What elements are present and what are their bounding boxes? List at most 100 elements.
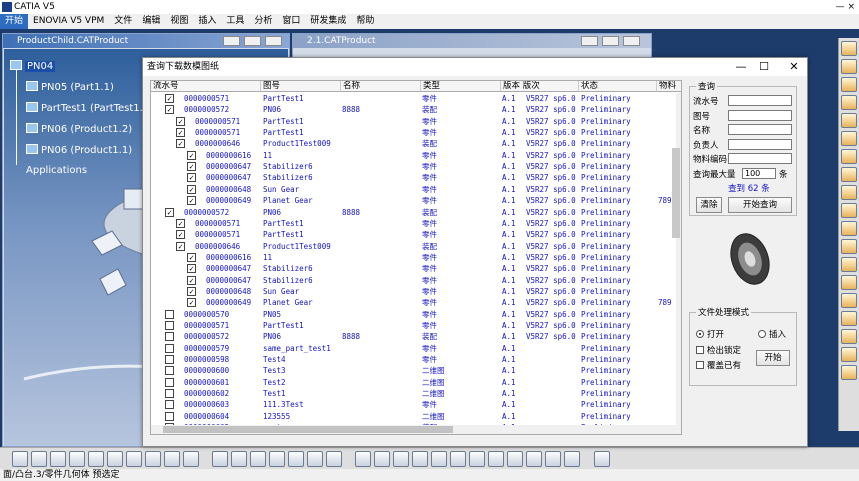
tool-icon[interactable] bbox=[841, 293, 857, 308]
menu-rd-integration[interactable]: 研发集成 bbox=[305, 14, 351, 29]
row-checkbox[interactable] bbox=[165, 411, 174, 421]
row-checkbox[interactable]: ✓ bbox=[176, 241, 185, 251]
menu-edit[interactable]: 编辑 bbox=[137, 14, 165, 29]
menu-window[interactable]: 窗口 bbox=[277, 14, 305, 29]
column-header-material[interactable]: 物料 bbox=[657, 81, 681, 92]
window-controls[interactable]: — × bbox=[836, 0, 855, 14]
table-row[interactable]: ✓ 0000000616 11 零件 A.1 V5R27 sp6.0 Preliminary bbox=[151, 150, 681, 161]
minimize-button[interactable] bbox=[223, 36, 240, 46]
table-row[interactable]: ✓ 0000000649 Planet Gear 零件 A.1 V5R27 sp6.0 Pr… bbox=[151, 195, 681, 206]
table-row[interactable]: 0000000604 123555 二维图 A.1 Preliminary bbox=[151, 411, 681, 422]
table-row[interactable]: ✓ 0000000649 Planet Gear 零件 A.1 V5R27 sp6.0 Pr… bbox=[151, 297, 681, 308]
row-checkbox[interactable]: ✓ bbox=[187, 298, 196, 308]
material-input[interactable] bbox=[728, 153, 792, 164]
overwrite-checkbox[interactable] bbox=[696, 361, 704, 369]
redo-icon[interactable] bbox=[164, 451, 180, 467]
catalog-icon[interactable] bbox=[307, 451, 323, 467]
restore-button[interactable] bbox=[602, 36, 619, 46]
table-row[interactable]: ✓ 0000000571 PartTest1 零件 A.1 V5R27 sp6.0 Prel… bbox=[151, 127, 681, 138]
vertical-scrollbar[interactable] bbox=[676, 93, 681, 426]
row-checkbox[interactable] bbox=[165, 366, 174, 376]
owner-input[interactable] bbox=[728, 139, 792, 150]
refresh-icon[interactable] bbox=[841, 257, 857, 272]
row-checkbox[interactable]: ✓ bbox=[187, 264, 196, 274]
table-row[interactable]: 0000000603 111.3Test 零件 A.1 Preliminary bbox=[151, 399, 681, 410]
menu-view[interactable]: 视图 bbox=[165, 14, 193, 29]
swap-icon[interactable] bbox=[841, 41, 857, 56]
menu-insert[interactable]: 插入 bbox=[193, 14, 221, 29]
tree-item-pn05[interactable]: PN05 (Part1.1) bbox=[26, 81, 114, 93]
row-checkbox[interactable] bbox=[165, 377, 174, 387]
table-row[interactable]: ✓ 0000000647 Stabilizer6 零件 A.1 V5R27 sp6.0 Pr… bbox=[151, 275, 681, 286]
lightbulb-icon[interactable] bbox=[250, 451, 266, 467]
table-icon[interactable] bbox=[269, 451, 285, 467]
print-icon[interactable] bbox=[69, 451, 85, 467]
row-checkbox[interactable]: ✓ bbox=[187, 196, 196, 206]
row-checkbox[interactable]: ✓ bbox=[187, 252, 196, 262]
table-row[interactable]: ✓ 0000000571 PartTest1 零件 A.1 V5R27 sp6.0 Prel… bbox=[151, 218, 681, 229]
table-row[interactable]: ✓ 0000000571 PartTest1 零件 A.1 V5R27 sp6.0 Prel… bbox=[151, 116, 681, 127]
row-checkbox[interactable] bbox=[165, 321, 174, 330]
rotate-icon[interactable] bbox=[412, 451, 428, 467]
copy-icon[interactable] bbox=[107, 451, 123, 467]
tree-item-applications[interactable]: Applications bbox=[26, 165, 87, 176]
search-icon[interactable] bbox=[841, 113, 857, 128]
tree-icon[interactable] bbox=[841, 131, 857, 146]
open-radio[interactable] bbox=[696, 330, 704, 338]
restore-button[interactable] bbox=[244, 36, 261, 46]
relations-icon[interactable] bbox=[326, 451, 342, 467]
menu-analysis[interactable]: 分析 bbox=[249, 14, 277, 29]
name-input[interactable] bbox=[728, 124, 792, 135]
serial-input[interactable] bbox=[728, 95, 792, 106]
swap-space-icon[interactable] bbox=[564, 451, 580, 467]
help-icon[interactable] bbox=[183, 451, 199, 467]
cube-icon[interactable] bbox=[507, 451, 523, 467]
arrow-right-icon[interactable] bbox=[841, 59, 857, 74]
row-checkbox[interactable] bbox=[165, 332, 174, 342]
paste-icon[interactable] bbox=[126, 451, 142, 467]
hide-show-icon[interactable] bbox=[545, 451, 561, 467]
row-checkbox[interactable] bbox=[165, 355, 174, 365]
row-checkbox[interactable]: ✓ bbox=[176, 116, 185, 126]
table-row[interactable]: 0000000602 Test1 二维图 A.1 Preliminary bbox=[151, 388, 681, 399]
start-button[interactable]: 开始 bbox=[756, 350, 790, 366]
settings-icon[interactable] bbox=[841, 329, 857, 344]
row-checkbox[interactable]: ✓ bbox=[187, 275, 196, 285]
row-checkbox[interactable]: ✓ bbox=[165, 94, 174, 103]
vertical-scroll-thumb[interactable] bbox=[672, 148, 680, 238]
zoom-in-icon[interactable] bbox=[431, 451, 447, 467]
shading-icon[interactable] bbox=[526, 451, 542, 467]
row-checkbox[interactable]: ✓ bbox=[187, 173, 196, 183]
column-header-name[interactable]: 名称 bbox=[341, 81, 421, 92]
edit-icon[interactable] bbox=[841, 221, 857, 236]
menu-tools[interactable]: 工具 bbox=[221, 14, 249, 29]
max-count-input[interactable]: 100 bbox=[742, 168, 776, 179]
close-button[interactable] bbox=[623, 36, 640, 46]
table-row[interactable]: ✓ 0000000572 PN06 8888 装配 A.1 V5R27 sp6.0 Preli… bbox=[151, 104, 681, 115]
row-checkbox[interactable]: ✓ bbox=[187, 150, 196, 160]
fly-mode-icon[interactable] bbox=[355, 451, 371, 467]
row-checkbox[interactable]: ✓ bbox=[187, 184, 196, 194]
search-button[interactable]: 开始查询 bbox=[728, 197, 792, 213]
row-checkbox[interactable] bbox=[165, 400, 174, 410]
table-row[interactable]: 0000000572 PN06 8888 装配 A.1 V5R27 sp6.0 Prelim… bbox=[151, 331, 681, 342]
table-row[interactable]: 0000000598 Test4 零件 A.1 Preliminary bbox=[151, 354, 681, 365]
table-row[interactable]: ✓ 0000000648 Sun Gear 零件 A.1 V5R27 sp6.0 Preli… bbox=[151, 286, 681, 297]
lock-icon[interactable] bbox=[841, 95, 857, 110]
table-row[interactable]: ✓ 0000000648 Sun Gear 零件 A.1 V5R27 sp6.0 Preli… bbox=[151, 184, 681, 195]
table-row[interactable]: ✓ 0000000647 Stabilizer6 零件 A.1 V5R27 sp6.0 Pr… bbox=[151, 263, 681, 274]
close-button[interactable]: ✕ bbox=[787, 60, 801, 74]
list-icon[interactable] bbox=[841, 239, 857, 254]
views-icon[interactable] bbox=[488, 451, 504, 467]
menu-help[interactable]: 帮助 bbox=[351, 14, 379, 29]
checkout-lock-checkbox[interactable] bbox=[696, 346, 704, 354]
menu-file[interactable]: 文件 bbox=[109, 14, 137, 29]
column-header-status[interactable]: 状态 bbox=[579, 81, 657, 92]
table-row[interactable]: 0000000600 Test3 二维图 A.1 Preliminary bbox=[151, 365, 681, 376]
minimize-button[interactable]: — bbox=[734, 60, 748, 74]
comment-icon[interactable] bbox=[231, 451, 247, 467]
menu-start[interactable]: 开始 bbox=[0, 14, 29, 29]
arrow-left-icon[interactable] bbox=[841, 77, 857, 92]
column-header-type[interactable]: 类型 bbox=[421, 81, 501, 92]
fit-all-icon[interactable] bbox=[374, 451, 390, 467]
